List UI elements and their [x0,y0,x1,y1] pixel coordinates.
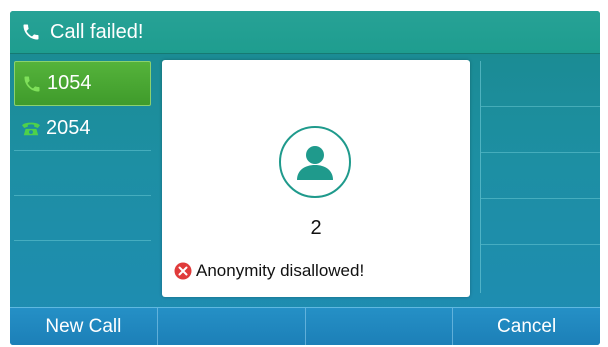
line-key-empty[interactable] [14,196,151,241]
dss-key-empty[interactable] [481,153,600,199]
cancel-softkey[interactable]: Cancel [453,308,600,345]
status-bar: Call failed! [10,11,600,54]
handset-icon [21,73,43,95]
empty-softkey[interactable] [158,308,306,345]
error-message: Anonymity disallowed! [174,260,364,282]
line-number: 1054 [47,72,92,94]
error-x-icon [174,262,192,280]
call-failed-dialog: 2 Anonymity disallowed! [162,60,470,297]
new-call-softkey[interactable]: New Call [10,308,158,345]
line-keys: 1054 2054 [14,61,151,293]
line-key-empty[interactable] [14,151,151,196]
dss-key-empty[interactable] [481,61,600,107]
line-number: 2054 [46,116,91,139]
handset-icon [20,21,42,43]
line-key-1054[interactable]: 1054 [14,61,151,106]
phone-icon [20,117,42,139]
phone-screen: Call failed! 1054 2054 2 Anonymity disal… [10,11,600,345]
line-key-2054[interactable]: 2054 [14,106,151,151]
call-status-title: Call failed! [50,21,144,43]
dss-key-empty[interactable] [481,107,600,153]
callee-number: 2 [310,217,322,239]
contact-avatar-icon [279,126,351,198]
empty-softkey[interactable] [306,308,454,345]
dss-keys [480,61,600,293]
dss-key-empty[interactable] [481,199,600,245]
dss-key-empty[interactable] [481,245,600,291]
softkey-bar: New Call Cancel [10,307,600,345]
line-key-empty[interactable] [14,241,151,286]
error-message-text: Anonymity disallowed! [196,261,365,280]
